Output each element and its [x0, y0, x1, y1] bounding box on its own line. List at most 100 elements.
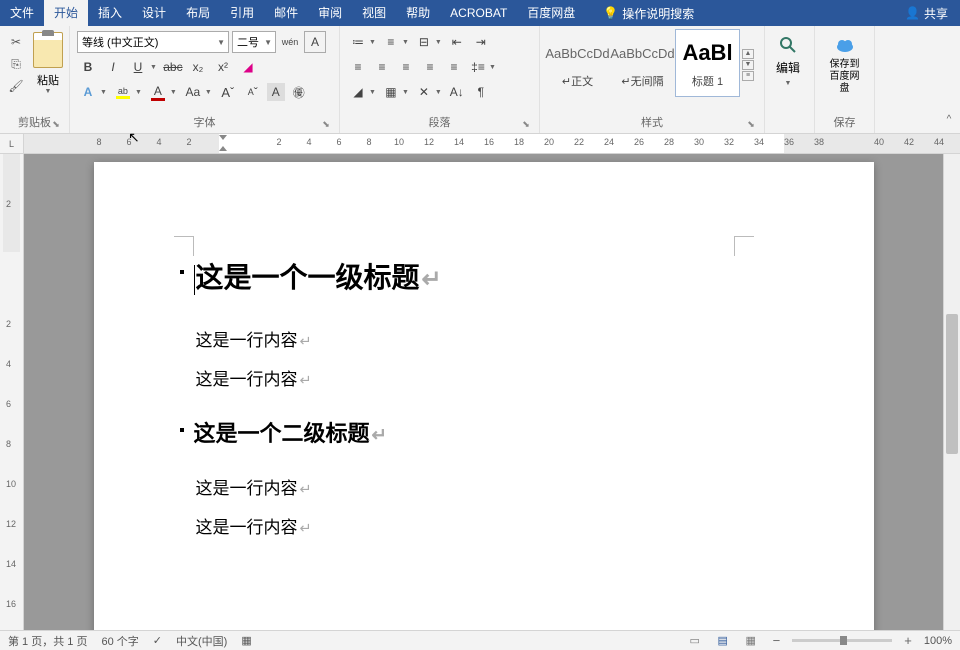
- align-justify-button[interactable]: ≡: [419, 56, 441, 78]
- text-effects-button[interactable]: A: [77, 81, 99, 103]
- bullets-button[interactable]: ≔: [347, 31, 369, 53]
- align-left-button[interactable]: ≡: [347, 56, 369, 78]
- style-normal[interactable]: AaBbCcDd ↵正文: [545, 29, 610, 97]
- multilevel-list-button[interactable]: ⊟: [413, 31, 435, 53]
- body-text[interactable]: 这是一行内容↵: [194, 326, 774, 351]
- decrease-indent-button[interactable]: ⇤: [446, 31, 468, 53]
- font-size-combo[interactable]: 二号 ▼: [232, 31, 276, 53]
- superscript-button[interactable]: x²: [212, 56, 234, 78]
- ribbon-group-paragraph: ≔▼ ≡▼ ⊟▼ ⇤ ⇥ ≡ ≡ ≡ ≡ ≡ ‡≡▼ ◢▼ ▦▼ ✕: [340, 26, 540, 133]
- menu-view[interactable]: 视图: [352, 0, 396, 26]
- line-spacing-button[interactable]: ‡≡: [467, 56, 489, 78]
- body-text[interactable]: 这是一行内容↵: [194, 513, 774, 538]
- char-shading-button[interactable]: A: [267, 83, 285, 101]
- menu-baidu[interactable]: 百度网盘: [517, 0, 585, 26]
- paste-button[interactable]: 粘贴 ▼: [27, 29, 69, 112]
- underline-button[interactable]: U: [127, 56, 149, 78]
- styles-launcher[interactable]: ⬊: [745, 119, 757, 131]
- paragraph-launcher[interactable]: ⬊: [520, 119, 532, 131]
- find-icon: [778, 35, 798, 55]
- document-page[interactable]: 这是一个一级标题↵ 这是一行内容↵ 这是一行内容↵ 这是一个二级标题↵ 这是一行…: [94, 162, 874, 630]
- zoom-out-button[interactable]: −: [769, 633, 785, 648]
- save-baidu-button[interactable]: 保存到百度网盘: [820, 29, 869, 112]
- heading-2[interactable]: 这是一个二级标题↵: [182, 416, 774, 448]
- zoom-in-button[interactable]: +: [900, 633, 916, 648]
- borders-button[interactable]: ▦: [380, 81, 402, 103]
- document-scroll[interactable]: 这是一个一级标题↵ 这是一行内容↵ 这是一行内容↵ 这是一个二级标题↵ 这是一行…: [24, 154, 943, 630]
- ruler-indent-marker[interactable]: [219, 134, 228, 152]
- bold-button[interactable]: B: [77, 56, 99, 78]
- shading-button[interactable]: ◢: [347, 81, 369, 103]
- align-right-button[interactable]: ≡: [395, 56, 417, 78]
- zoom-level[interactable]: 100%: [924, 635, 952, 647]
- font-name-combo[interactable]: 等线 (中文正文) ▼: [77, 31, 229, 53]
- shrink-font-button[interactable]: Aˇ: [242, 81, 264, 103]
- menu-references[interactable]: 引用: [220, 0, 264, 26]
- increase-indent-button[interactable]: ⇥: [470, 31, 492, 53]
- menu-insert[interactable]: 插入: [88, 0, 132, 26]
- heading-bullet-icon: [180, 270, 184, 274]
- menu-design[interactable]: 设计: [132, 0, 176, 26]
- subscript-button[interactable]: x₂: [187, 56, 209, 78]
- grow-font-button[interactable]: Aˇ: [217, 81, 239, 103]
- ruler-horizontal[interactable]: 8642246810121416182022242628303234363840…: [24, 134, 960, 153]
- menu-file[interactable]: 文件: [0, 0, 44, 26]
- show-marks-button[interactable]: ¶: [470, 81, 492, 103]
- edit-button[interactable]: 编辑 ▼: [770, 29, 806, 133]
- tell-me-search[interactable]: 💡 操作说明搜索: [593, 5, 704, 22]
- zoom-slider[interactable]: [792, 639, 892, 642]
- enclose-char-button[interactable]: ㊝: [288, 81, 310, 103]
- align-center-button[interactable]: ≡: [371, 56, 393, 78]
- menu-help[interactable]: 帮助: [396, 0, 440, 26]
- body-text[interactable]: 这是一行内容↵: [194, 365, 774, 390]
- menu-acrobat[interactable]: ACROBAT: [440, 0, 517, 26]
- align-distribute-button[interactable]: ≡: [443, 56, 465, 78]
- style-heading1[interactable]: AaBl 标题 1: [675, 29, 740, 97]
- cut-button[interactable]: ✂: [7, 33, 25, 51]
- body-text[interactable]: 这是一行内容↵: [194, 474, 774, 499]
- paragraph-mark-icon: ↵: [300, 521, 312, 537]
- view-read-mode-button[interactable]: ▭: [685, 633, 705, 649]
- menu-review[interactable]: 审阅: [308, 0, 352, 26]
- scrollbar-thumb[interactable]: [946, 314, 958, 454]
- copy-button[interactable]: ⎘: [7, 55, 25, 73]
- menu-mailings[interactable]: 邮件: [264, 0, 308, 26]
- asian-layout-button[interactable]: ✕: [413, 81, 435, 103]
- sort-button[interactable]: A↓: [446, 81, 468, 103]
- view-print-layout-button[interactable]: ▤: [713, 633, 733, 649]
- ruler-tab-selector[interactable]: L: [0, 134, 24, 153]
- styles-expand[interactable]: ▲▼≡: [740, 29, 756, 101]
- strikethrough-button[interactable]: abc: [162, 56, 184, 78]
- status-spellcheck-icon[interactable]: ✓: [153, 634, 162, 647]
- clipboard-group-label: 剪贴板 ⬊: [5, 112, 64, 133]
- paragraph-mark-icon: ↵: [300, 334, 312, 350]
- numbering-button[interactable]: ≡: [380, 31, 402, 53]
- status-page[interactable]: 第 1 页，共 1 页: [8, 633, 87, 649]
- status-bar: 第 1 页，共 1 页 60 个字 ✓ 中文(中国) ▦ ▭ ▤ ▦ − + 1…: [0, 630, 960, 650]
- menu-layout[interactable]: 布局: [176, 0, 220, 26]
- ruler-vertical[interactable]: 2246810121416: [0, 154, 24, 630]
- change-case-button[interactable]: Aa: [182, 81, 204, 103]
- font-color-button[interactable]: A: [147, 81, 169, 103]
- paragraph-group-label: 段落 ⬊: [345, 112, 534, 133]
- clear-format-button[interactable]: ◢: [237, 56, 259, 78]
- format-painter-button[interactable]: 🖌: [7, 77, 25, 95]
- menu-home[interactable]: 开始: [44, 0, 88, 26]
- vertical-scrollbar[interactable]: [943, 154, 960, 630]
- view-web-layout-button[interactable]: ▦: [741, 633, 761, 649]
- status-word-count[interactable]: 60 个字: [101, 633, 138, 649]
- status-macro-icon[interactable]: ▦: [241, 634, 251, 647]
- pinyin-guide-button[interactable]: wén: [279, 31, 301, 53]
- font-launcher[interactable]: ⬊: [320, 119, 332, 131]
- paste-icon: [33, 32, 63, 68]
- italic-button[interactable]: I: [102, 56, 124, 78]
- collapse-ribbon-button[interactable]: ^: [941, 114, 957, 130]
- highlight-button[interactable]: ab: [112, 81, 134, 103]
- ribbon-group-font: 等线 (中文正文) ▼ 二号 ▼ wén A B I U ▼ abc: [70, 26, 340, 133]
- share-button[interactable]: 👤 共享: [893, 5, 960, 22]
- style-nospacing[interactable]: AaBbCcDd ↵无间隔: [610, 29, 675, 97]
- heading-1[interactable]: 这是一个一级标题↵: [194, 256, 774, 296]
- char-border-button[interactable]: A: [304, 31, 326, 53]
- status-language[interactable]: 中文(中国): [176, 633, 227, 649]
- clipboard-launcher[interactable]: ⬊: [50, 119, 62, 131]
